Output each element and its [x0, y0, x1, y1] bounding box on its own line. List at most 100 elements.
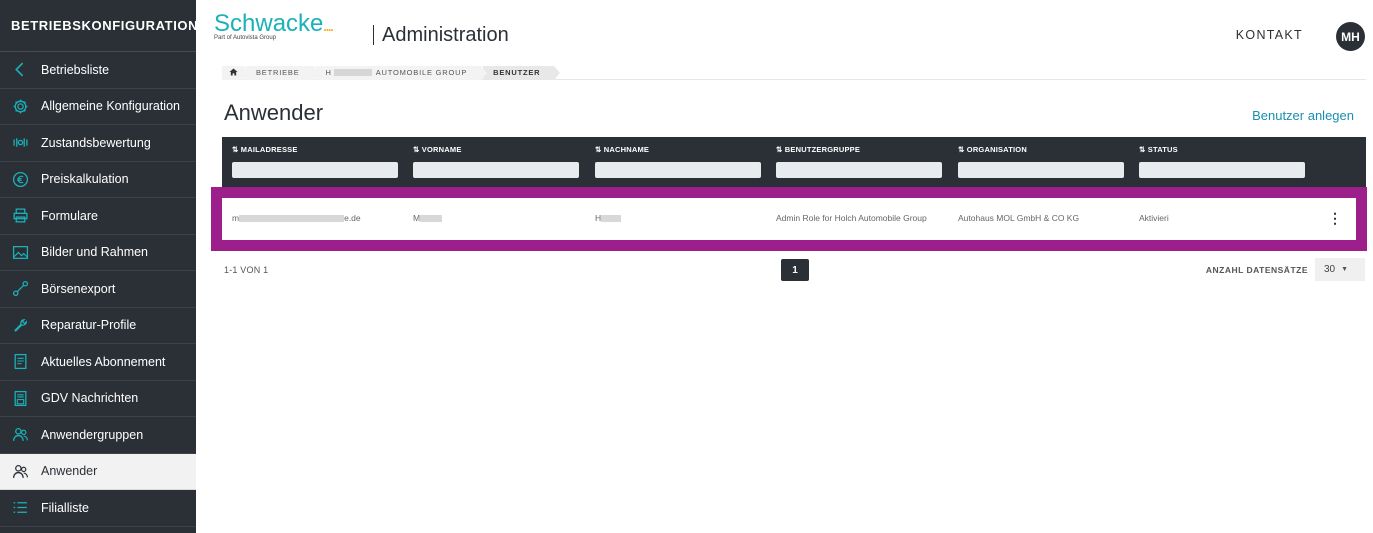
sidebar-item-formulare[interactable]: Formulare	[0, 198, 196, 235]
gauge-icon	[11, 134, 29, 152]
sort-icon: ⇅	[413, 145, 420, 154]
sidebar-item-label: Anwendergruppen	[41, 427, 144, 442]
printer-icon	[11, 207, 29, 225]
list-icon	[11, 499, 29, 517]
column-organisation: ⇅ ORGANISATION	[958, 145, 1124, 180]
redacted-text	[333, 69, 372, 76]
column-vorname: ⇅ VORNAME	[413, 145, 579, 180]
sidebar-item-label: Preiskalkulation	[41, 172, 129, 187]
column-label: VORNAME	[421, 145, 462, 154]
sidebar-item-filialliste[interactable]: Filialliste	[0, 490, 196, 527]
sidebar-item-label: Reparatur-Profile	[41, 318, 137, 333]
top-header: Schwacke.... Part of Autovista Group Adm…	[196, 0, 1373, 66]
column-header-mailadresse[interactable]: ⇅ MAILADRESSE	[232, 145, 398, 154]
add-user-button[interactable]: Benutzer anlegen	[1252, 108, 1354, 123]
sidebar-item-label: GDV Nachrichten	[41, 391, 139, 406]
sidebar-item-label: Filialliste	[41, 500, 89, 515]
sidebar-item-label: Anwender	[41, 464, 98, 479]
filter-input-nachname[interactable]	[595, 162, 761, 178]
cell-mailadresse: m e.de	[232, 213, 361, 223]
column-label: BENUTZERGRUPPE	[784, 145, 861, 154]
header-separator	[373, 25, 374, 45]
column-header-organisation[interactable]: ⇅ ORGANISATION	[958, 145, 1124, 154]
sidebar-item-boersenexport[interactable]: Börsenexport	[0, 271, 196, 308]
cell-status: Aktivieri	[1139, 213, 1169, 223]
page-size-value: 30	[1324, 264, 1336, 275]
sort-icon: ⇅	[595, 145, 602, 154]
image-icon	[11, 243, 29, 261]
sidebar-item-anwendergruppen[interactable]: Anwendergruppen	[0, 417, 196, 454]
table-row[interactable]: m e.de M H Admin Role for Holch Automobil…	[222, 198, 1356, 240]
sidebar-item-label: Allgemeine Konfiguration	[41, 99, 180, 114]
sort-icon: ⇅	[776, 145, 783, 154]
filter-input-vorname[interactable]	[413, 162, 579, 178]
column-header-benutzergruppe[interactable]: ⇅ BENUTZERGRUPPE	[776, 145, 942, 154]
cell-text-prefix: m	[232, 213, 240, 223]
kontakt-link[interactable]: KONTAKT	[1236, 28, 1303, 42]
pagination-info: 1-1 VON 1	[224, 265, 269, 275]
redacted-text	[420, 215, 443, 223]
filter-input-mailadresse[interactable]	[232, 162, 398, 178]
sidebar-item-label: Formulare	[41, 208, 98, 223]
sidebar-item-aktuelles-abonnement[interactable]: Aktuelles Abonnement	[0, 344, 196, 381]
page-size-label: ANZAHL DATENSÄTZE	[1205, 265, 1308, 275]
message-document-icon	[11, 389, 29, 407]
redacted-text	[601, 215, 622, 223]
sidebar-item-allgemeine-konfiguration[interactable]: Allgemeine Konfiguration	[0, 89, 196, 125]
wrench-icon	[11, 316, 29, 334]
header-title: Administration	[382, 24, 509, 46]
gear-icon	[11, 97, 29, 115]
share-icon	[11, 280, 29, 298]
sidebar-item-anwender[interactable]: Anwender	[0, 453, 196, 490]
column-header-status[interactable]: ⇅ STATUS	[1139, 145, 1305, 154]
schwacke-logo[interactable]: Schwacke.... Part of Autovista Group	[214, 12, 334, 42]
cell-nachname: H	[595, 213, 622, 223]
redacted-text	[239, 215, 345, 223]
breadcrumb-label: BENUTZER	[493, 68, 541, 77]
sidebar-title: BETRIEBSKONFIGURATION	[0, 0, 198, 52]
column-label: MAILADRESSE	[240, 145, 298, 154]
sidebar-item-label: Börsenexport	[41, 281, 116, 296]
cell-organisation: Autohaus MOL GmbH & CO KG	[958, 213, 1080, 223]
sidebar-item-label: Betriebsliste	[41, 62, 110, 77]
sidebar-item-label: Zustandsbewertung	[41, 135, 151, 150]
sidebar-item-reparatur-profile[interactable]: Reparatur-Profile	[0, 308, 196, 344]
page-button-current[interactable]: 1	[781, 259, 809, 281]
sidebar-item-zustandsbewertung[interactable]: Zustandsbewertung	[0, 125, 196, 162]
sidebar-item-label: Bilder und Rahmen	[41, 245, 149, 260]
home-icon	[229, 67, 238, 78]
cell-text-suffix: e.de	[344, 213, 361, 223]
column-header-vorname[interactable]: ⇅ VORNAME	[413, 145, 579, 154]
breadcrumb-group[interactable]: H AUTOMOBILE GROUP	[315, 65, 487, 80]
column-benutzergruppe: ⇅ BENUTZERGRUPPE	[776, 145, 942, 180]
column-header-nachname[interactable]: ⇅ NACHNAME	[595, 145, 761, 154]
breadcrumb-benutzer[interactable]: BENUTZER	[483, 65, 561, 80]
column-label: STATUS	[1147, 145, 1178, 154]
users-icon	[11, 426, 29, 444]
avatar[interactable]: MH	[1336, 22, 1365, 51]
sidebar-item-gdv-nachrichten[interactable]: GDV Nachrichten	[0, 381, 196, 417]
cell-benutzergruppe: Admin Role for Holch Automobile Group	[776, 213, 927, 223]
page-size-select[interactable]: 30 ▼	[1315, 258, 1365, 281]
sidebar-item-bilder-und-rahmen[interactable]: Bilder und Rahmen	[0, 235, 196, 271]
table-header: ⇅ MAILADRESSE ⇅ VORNAME ⇅ NACHNAME ⇅ BEN…	[222, 137, 1366, 187]
cell-text-prefix: M	[413, 213, 421, 223]
filter-input-benutzergruppe[interactable]	[776, 162, 942, 178]
sidebar-item-preiskalkulation[interactable]: Preiskalkulation	[0, 162, 196, 198]
row-menu-icon[interactable]: ⋮	[1328, 210, 1342, 227]
filter-input-organisation[interactable]	[958, 162, 1124, 178]
document-icon	[11, 353, 29, 371]
page-title: Anwender	[224, 100, 324, 125]
breadcrumb-label-prefix: H	[325, 68, 332, 77]
breadcrumb-label: BETRIEBE	[256, 68, 300, 77]
filter-input-status[interactable]	[1139, 162, 1305, 178]
breadcrumb-home[interactable]	[222, 65, 250, 80]
sidebar-item-label: Aktuelles Abonnement	[41, 354, 166, 369]
chevron-left-icon	[11, 61, 29, 79]
breadcrumb: BETRIEBE H AUTOMOBILE GROUP BENUTZER	[222, 65, 1366, 80]
sort-icon: ⇅	[958, 145, 965, 154]
euro-icon	[11, 170, 29, 188]
sidebar-item-betriebsliste[interactable]: Betriebsliste	[0, 52, 196, 89]
breadcrumb-betriebe[interactable]: BETRIEBE	[246, 65, 319, 80]
users-icon	[11, 462, 29, 480]
